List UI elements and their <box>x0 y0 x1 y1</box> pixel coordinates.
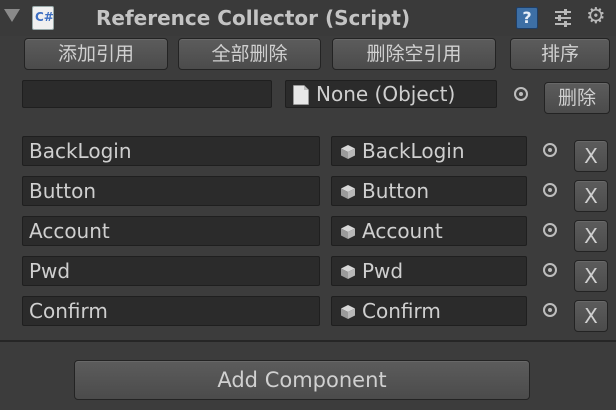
reference-object-value: BackLogin <box>362 139 465 163</box>
delete-empty-references-button[interactable]: 删除空引用 <box>332 38 496 70</box>
reference-object-field[interactable]: Account <box>331 216 527 246</box>
reference-object-field[interactable]: Button <box>331 176 527 206</box>
reference-key-field[interactable]: Button <box>22 176 320 206</box>
add-reference-button[interactable]: 添加引用 <box>24 38 168 70</box>
gameobject-cube-icon <box>341 145 355 159</box>
object-picker-icon[interactable] <box>543 263 557 277</box>
delete-all-button[interactable]: 全部删除 <box>178 38 321 70</box>
reference-key-value: Button <box>29 179 96 203</box>
new-object-value: None (Object) <box>316 82 456 106</box>
reference-object-field[interactable]: Pwd <box>331 256 527 286</box>
object-picker-icon[interactable] <box>514 87 528 101</box>
reference-key-value: BackLogin <box>29 139 132 163</box>
new-key-field[interactable] <box>22 80 272 108</box>
add-component-button[interactable]: Add Component <box>74 360 530 400</box>
reference-object-value: Account <box>362 219 443 243</box>
object-picker-icon[interactable] <box>543 223 557 237</box>
delete-entry-button[interactable]: 删除 <box>544 82 610 114</box>
remove-reference-button[interactable]: X <box>574 140 608 172</box>
reference-key-value: Confirm <box>29 299 108 323</box>
remove-reference-button[interactable]: X <box>574 180 608 212</box>
reference-object-value: Confirm <box>362 299 441 323</box>
reference-key-field[interactable]: Confirm <box>22 296 320 326</box>
reference-key-field[interactable]: Account <box>22 216 320 246</box>
gameobject-cube-icon <box>341 305 355 319</box>
object-picker-icon[interactable] <box>543 303 557 317</box>
help-icon[interactable]: ? <box>516 7 538 29</box>
divider <box>0 340 616 342</box>
csharp-script-icon: C# <box>32 6 54 30</box>
reference-object-value: Pwd <box>362 259 404 283</box>
preset-sliders-icon[interactable] <box>552 7 574 29</box>
reference-key-field[interactable]: Pwd <box>22 256 320 286</box>
reference-key-value: Pwd <box>29 259 71 283</box>
gameobject-cube-icon <box>341 225 355 239</box>
reference-object-field[interactable]: BackLogin <box>331 136 527 166</box>
sort-button[interactable]: 排序 <box>510 38 610 70</box>
gear-icon[interactable]: ⚙ <box>586 5 614 31</box>
reference-object-field[interactable]: Confirm <box>331 296 527 326</box>
document-icon <box>293 85 309 105</box>
remove-reference-button[interactable]: X <box>574 220 608 252</box>
foldout-arrow-icon[interactable] <box>4 9 20 22</box>
reference-key-field[interactable]: BackLogin <box>22 136 320 166</box>
component-title: Reference Collector (Script) <box>96 6 411 30</box>
remove-reference-button[interactable]: X <box>574 300 608 332</box>
object-picker-icon[interactable] <box>543 143 557 157</box>
remove-reference-button[interactable]: X <box>574 260 608 292</box>
reference-object-value: Button <box>362 179 429 203</box>
gameobject-cube-icon <box>341 265 355 279</box>
new-object-field[interactable]: None (Object) <box>285 80 497 108</box>
gameobject-cube-icon <box>341 185 355 199</box>
object-picker-icon[interactable] <box>543 183 557 197</box>
reference-key-value: Account <box>29 219 110 243</box>
